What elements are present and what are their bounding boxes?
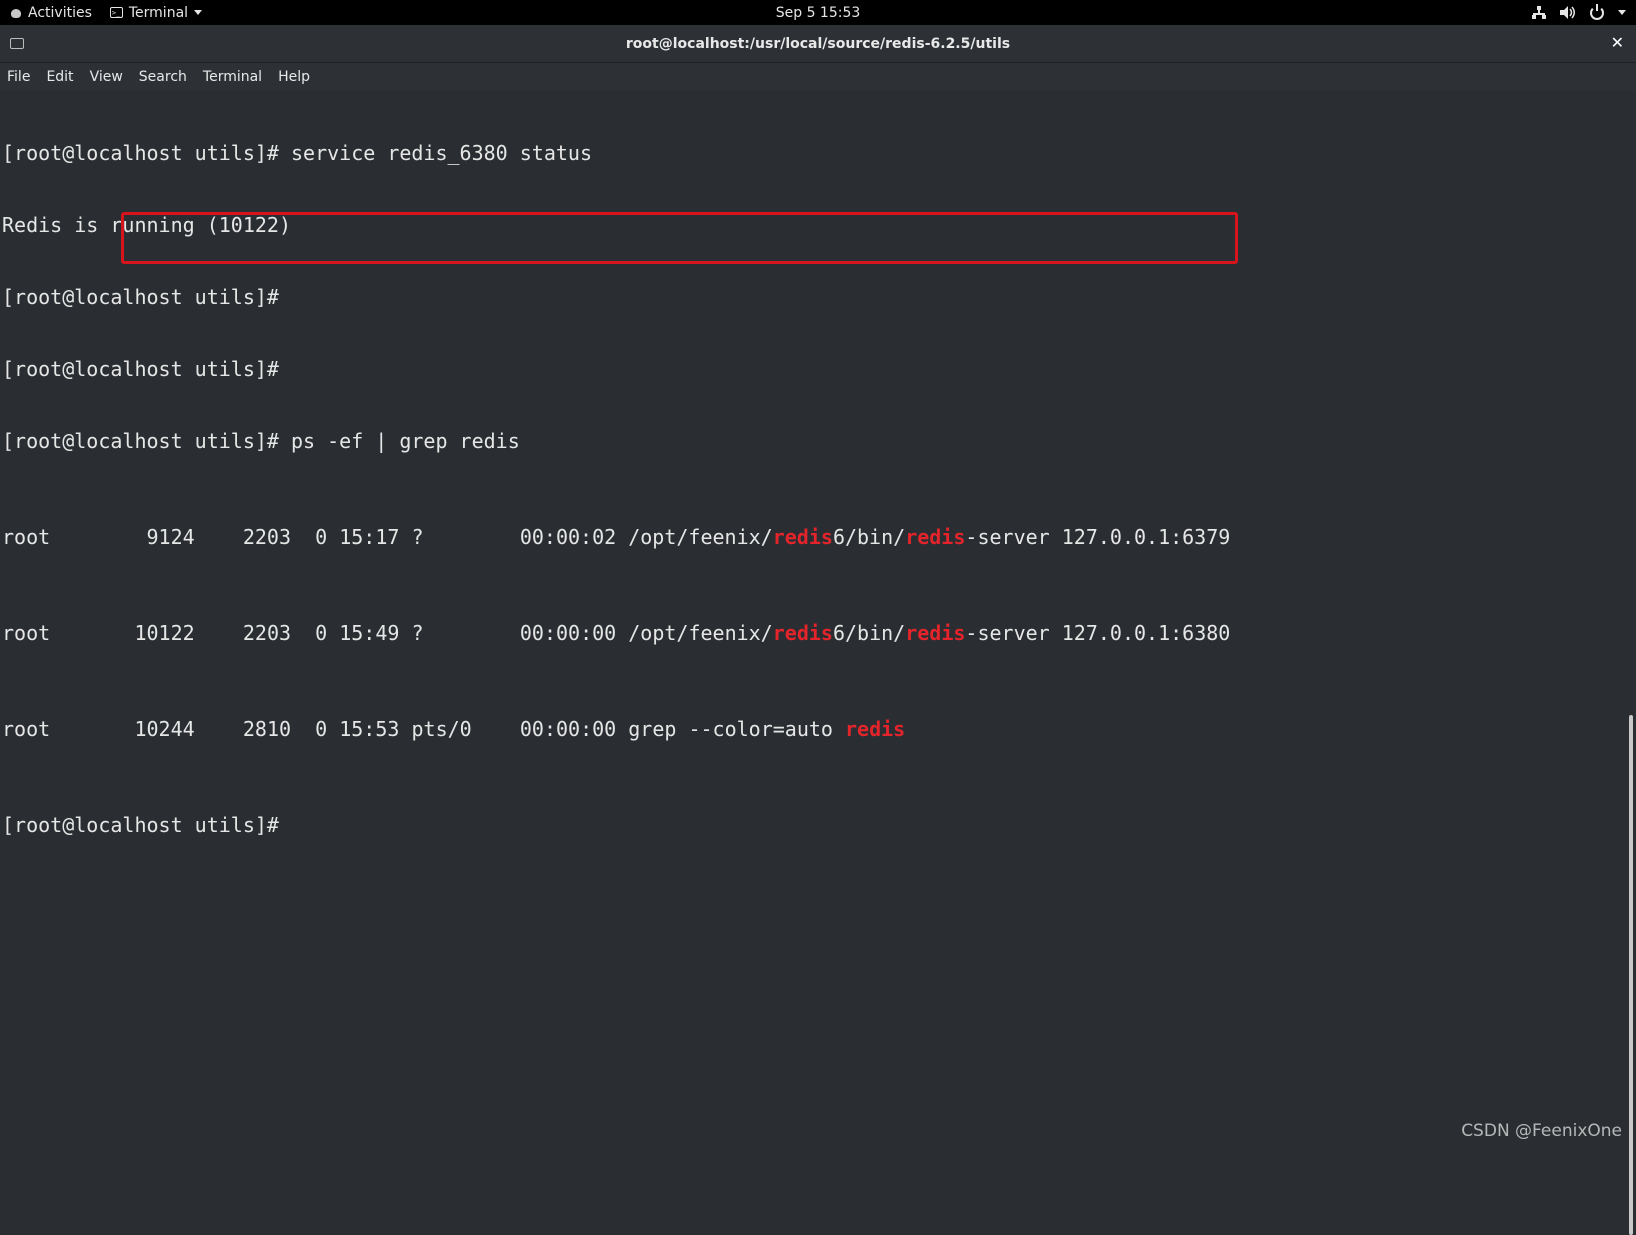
menu-help[interactable]: Help bbox=[278, 69, 310, 85]
volume-icon bbox=[1560, 6, 1576, 19]
network-icon bbox=[1532, 6, 1546, 19]
menu-search[interactable]: Search bbox=[139, 69, 187, 85]
ps-pid: 10244 bbox=[134, 717, 194, 741]
window-menu-icon[interactable] bbox=[10, 38, 24, 49]
ps-ppid: 2203 bbox=[243, 525, 291, 549]
menu-view[interactable]: View bbox=[90, 69, 123, 85]
terminal-prompt: [root@localhost utils]# bbox=[2, 813, 1626, 837]
chevron-down-icon bbox=[194, 10, 202, 15]
ps-ppid: 2810 bbox=[243, 717, 291, 741]
gnome-foot-icon bbox=[10, 7, 22, 19]
ps-c: 0 bbox=[315, 525, 327, 549]
ps-pid: 10122 bbox=[134, 621, 194, 645]
terminal-line: [root@localhost utils]# ps -ef | grep re… bbox=[2, 429, 1626, 453]
ps-cmd-pre: /opt/feenix/ bbox=[628, 525, 773, 549]
ps-row: root 10122 2203 0 15:49 ? 00:00:00 /opt/… bbox=[2, 621, 1626, 645]
ps-tty: ? bbox=[411, 525, 423, 549]
ps-row: root 10244 2810 0 15:53 pts/0 00:00:00 g… bbox=[2, 717, 1626, 741]
ps-stime: 15:53 bbox=[339, 717, 399, 741]
ps-cmd-highlight: redis bbox=[845, 717, 905, 741]
ps-tty: ? bbox=[411, 621, 423, 645]
ps-user: root bbox=[2, 621, 50, 645]
app-menu-terminal[interactable]: >_ Terminal bbox=[110, 5, 202, 21]
window-titlebar[interactable]: root@localhost:/usr/local/source/redis-6… bbox=[0, 25, 1636, 63]
close-button[interactable]: ✕ bbox=[1611, 33, 1624, 52]
chevron-down-icon bbox=[1618, 10, 1626, 15]
ps-time: 00:00:00 bbox=[520, 717, 616, 741]
window-title: root@localhost:/usr/local/source/redis-6… bbox=[626, 36, 1010, 52]
ps-c: 0 bbox=[315, 621, 327, 645]
ps-cmd-post: -server 127.0.0.1:6379 bbox=[965, 525, 1230, 549]
ps-cmd-highlight: redis bbox=[773, 525, 833, 549]
terminal-line: Redis is running (10122) bbox=[2, 213, 1626, 237]
scrollbar-thumb[interactable] bbox=[1629, 715, 1633, 1235]
ps-pid: 9124 bbox=[147, 525, 195, 549]
app-name-label: Terminal bbox=[129, 5, 188, 21]
ps-user: root bbox=[2, 717, 50, 741]
ps-cmd-pre: grep --color=auto bbox=[628, 717, 845, 741]
terminal-line: [root@localhost utils]# bbox=[2, 357, 1626, 381]
activities-button[interactable]: Activities bbox=[10, 5, 92, 21]
menu-file[interactable]: File bbox=[7, 69, 30, 85]
ps-tty: pts/0 bbox=[411, 717, 471, 741]
ps-cmd-highlight: redis bbox=[905, 621, 965, 645]
ps-cmd-pre: /opt/feenix/ bbox=[628, 621, 773, 645]
menu-edit[interactable]: Edit bbox=[46, 69, 73, 85]
ps-stime: 15:49 bbox=[339, 621, 399, 645]
system-status-area[interactable] bbox=[1532, 6, 1626, 20]
ps-cmd-highlight: redis bbox=[905, 525, 965, 549]
ps-row: root 9124 2203 0 15:17 ? 00:00:02 /opt/f… bbox=[2, 525, 1626, 549]
menu-bar: File Edit View Search Terminal Help bbox=[0, 63, 1636, 91]
terminal-line: [root@localhost utils]# service redis_63… bbox=[2, 141, 1626, 165]
ps-stime: 15:17 bbox=[339, 525, 399, 549]
ps-time: 00:00:02 bbox=[520, 525, 616, 549]
ps-c: 0 bbox=[315, 717, 327, 741]
clock[interactable]: Sep 5 15:53 bbox=[776, 5, 861, 21]
menu-terminal[interactable]: Terminal bbox=[203, 69, 262, 85]
terminal-line: [root@localhost utils]# bbox=[2, 285, 1626, 309]
ps-time: 00:00:00 bbox=[520, 621, 616, 645]
watermark: CSDN @FeenixOne bbox=[1461, 1121, 1622, 1141]
ps-ppid: 2203 bbox=[243, 621, 291, 645]
terminal-output[interactable]: [root@localhost utils]# service redis_63… bbox=[0, 91, 1626, 1149]
ps-cmd-highlight: redis bbox=[773, 621, 833, 645]
ps-cmd-mid: 6/bin/ bbox=[833, 525, 905, 549]
ps-cmd-post: -server 127.0.0.1:6380 bbox=[965, 621, 1230, 645]
ps-cmd-mid: 6/bin/ bbox=[833, 621, 905, 645]
ps-user: root bbox=[2, 525, 50, 549]
terminal-scrollbar[interactable] bbox=[1626, 91, 1636, 1149]
power-icon bbox=[1590, 6, 1604, 20]
activities-label: Activities bbox=[28, 5, 92, 21]
terminal-icon: >_ bbox=[110, 7, 123, 18]
system-top-bar: Activities >_ Terminal Sep 5 15:53 bbox=[0, 0, 1636, 25]
